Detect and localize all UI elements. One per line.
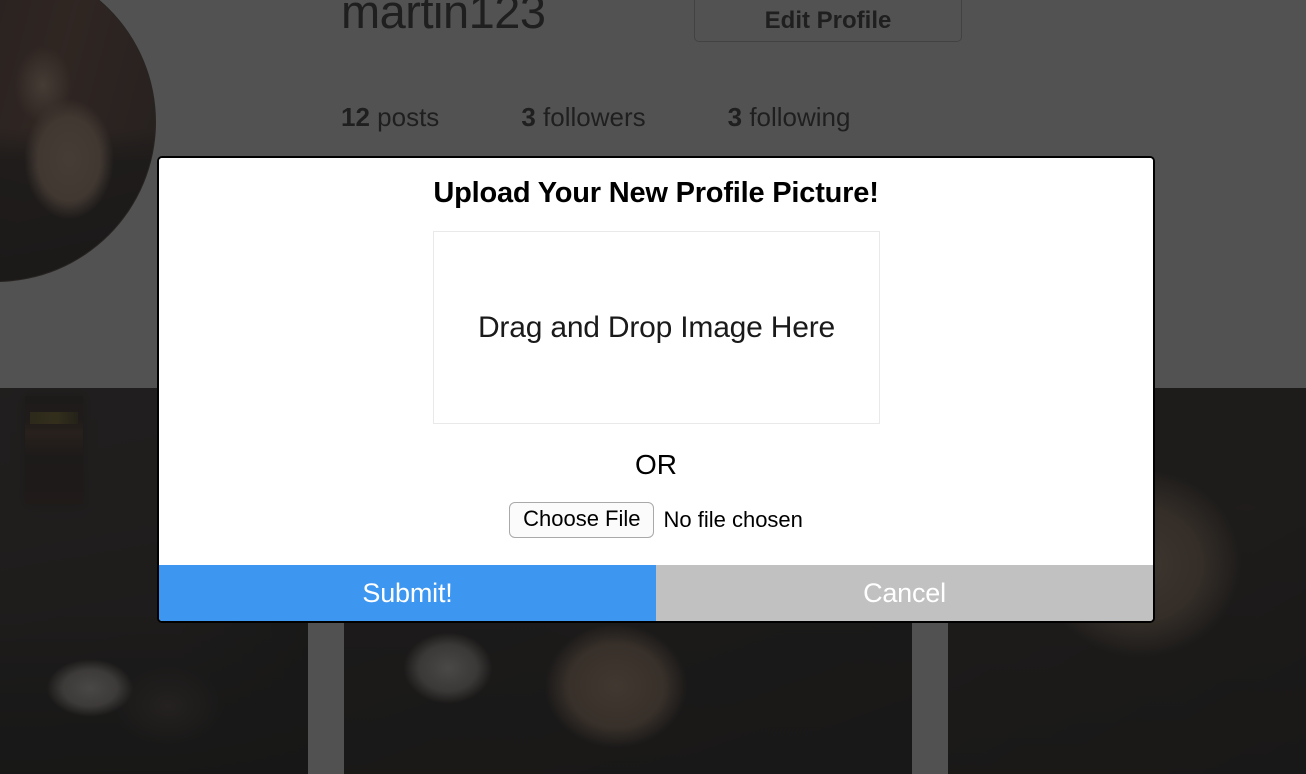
or-separator-label: OR: [635, 449, 677, 480]
image-drop-zone[interactable]: Drag and Drop Image Here: [433, 231, 880, 424]
file-input-row: Choose File No file chosen: [159, 502, 1153, 538]
cancel-button[interactable]: Cancel: [656, 565, 1153, 621]
submit-button[interactable]: Submit!: [159, 565, 656, 621]
modal-title: Upload Your New Profile Picture!: [433, 177, 879, 209]
modal-footer: Submit! Cancel: [159, 565, 1153, 621]
choose-file-button[interactable]: Choose File: [509, 502, 655, 538]
drop-zone-label: Drag and Drop Image Here: [477, 310, 836, 344]
upload-profile-picture-modal: Upload Your New Profile Picture! Drag an…: [157, 156, 1155, 623]
modal-body: Upload Your New Profile Picture! Drag an…: [159, 158, 1153, 565]
app-screen: martin123 Edit Profile 12 posts 3 follow…: [0, 0, 1306, 774]
file-name-status: No file chosen: [663, 506, 803, 532]
